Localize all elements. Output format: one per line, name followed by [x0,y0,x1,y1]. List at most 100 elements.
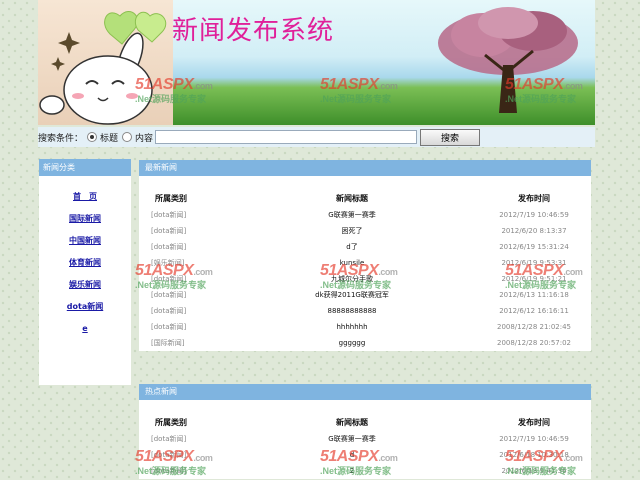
table-row: [dota新闻] 困死了 2012/6/20 8:13:37 [139,223,610,239]
news-time: 2012/7/19 10:46:59 [499,435,569,443]
watermark: 51ASPX.com .Net源码服务专家 [320,76,398,104]
news-title-link[interactable]: d [350,451,354,459]
news-time: 2012/6/12 16:16:11 [499,307,569,315]
search-input[interactable] [155,130,418,144]
sidebar-item-china: 中国新闻 [39,230,131,252]
news-time: 2012/6/19 9:53:31 [501,259,567,267]
news-title-cell: 九城尔分手歌 [246,271,458,287]
hot-news-header: 热点新闻 [139,384,591,400]
site-banner: 新闻发布系统 51ASPX.com .Net源码服务专家 51ASPX.com … [38,0,595,125]
latest-news-table: 所属类别 新闻标题 发布时间 [dota新闻] G联赛第一赛季 2012/7/19 … [139,176,610,351]
news-time: 2012/6/19 9:51:21 [501,275,567,283]
news-title-link[interactable]: 九城尔分手歌 [331,275,373,283]
news-title-link[interactable]: hhhhhhh [336,323,367,331]
news-title-link[interactable]: gggggg [339,339,366,347]
news-category: [dota新闻] [151,291,187,299]
content-radio-label: 内容 [135,133,154,144]
news-time: 2008/12/28 20:57:02 [496,339,571,347]
title-radio[interactable] [87,132,98,142]
sidebar-link-china[interactable]: 中国新闻 [69,236,101,245]
news-title-link[interactable]: G联赛第一赛季 [328,435,375,443]
sidebar-link-sports[interactable]: 体育新闻 [69,258,101,267]
news-category: [dota新闻] [151,323,187,331]
news-title-link[interactable]: 88888888888 [328,307,377,315]
sidebar-item-e: e [39,318,131,340]
sidebar-link-entertainment[interactable]: 娱乐新闻 [69,280,101,289]
sidebar-link-home[interactable]: 首 页 [73,192,97,201]
sidebar-item-international: 国际新闻 [39,208,131,230]
table-row: [dota新闻] hhhhhhh 2008/12/28 21:02:45 [139,319,610,335]
latest-news-rows: [dota新闻] G联赛第一赛季 2012/7/19 10:46:59 [dota新闻… [139,207,610,351]
sidebar-link-dota[interactable]: dota新闻 [67,302,103,311]
news-time: 2012/6/20 8:13:37 [501,227,567,235]
search-bar: 搜索条件： 标题 内容 搜索 [38,127,595,147]
news-category: [dota新闻] [151,211,187,219]
latest-news-body: 所属类别 新闻标题 发布时间 [dota新闻] G联赛第一赛季 2012/7/19 … [139,176,591,351]
news-title-link[interactable]: 2 [350,467,354,475]
hot-news-rows: [dota新闻] G联赛第一赛季 2012/7/19 10:46:59 [dota新闻… [139,431,610,479]
table-row: [dota新闻] G联赛第一赛季 2012/7/19 10:46:59 [139,207,610,223]
table-row: [dota新闻] d 2012/6/18 10:30:18 [139,447,610,463]
news-title-cell: gggggg [246,335,458,351]
table-row: [国际新闻] gggggg 2008/12/28 20:57:02 [139,335,610,351]
table-row: [dota新闻] 2 2012/6/18 9:41:36 [139,463,610,479]
news-category: [dota新闻] [151,307,187,315]
latest-news-panel: 最新新闻 所属类别 新闻标题 发布时间 [dota新闻] G联赛第一赛季 2012/… [139,160,591,351]
table-row: [dota新闻] 88888888888 2012/6/12 16:16:11 [139,303,610,319]
news-category: [dota新闻] [151,227,187,235]
bunny-logo-art [38,0,173,125]
news-title-cell: G联赛第一赛季 [246,207,458,223]
search-label: 搜索条件： [38,133,84,144]
news-title-cell: G联赛第一赛季 [246,431,458,447]
hot-news-table: 所属类别 新闻标题 发布时间 [dota新闻] G联赛第一赛季 2012/7/19 … [139,400,610,479]
news-title-link[interactable]: kunsile [340,259,365,267]
content-radio[interactable] [122,132,133,142]
hot-news-body: 所属类别 新闻标题 发布时间 [dota新闻] G联赛第一赛季 2012/7/19 … [139,400,591,479]
category-list: 首 页 国际新闻 中国新闻 体育新闻 娱乐新闻 dota新闻 e [39,176,131,340]
news-title-link[interactable]: G联赛第一赛季 [328,211,375,219]
sidebar-item-home: 首 页 [39,186,131,208]
tree-illustration [438,7,578,113]
sidebar-link-international[interactable]: 国际新闻 [69,214,101,223]
column-header-title: 新闻标题 [336,193,368,203]
title-radio-label: 标题 [100,133,119,144]
table-header-row: 所属类别 新闻标题 发布时间 [139,176,610,207]
sidebar-link-e[interactable]: e [82,324,87,333]
column-header-category: 所属类别 [155,417,187,427]
news-category: [国际新闻] [151,339,185,347]
news-title-cell: 88888888888 [246,303,458,319]
column-header-category: 所属类别 [155,193,187,203]
column-header-title: 新闻标题 [336,417,368,427]
search-button[interactable]: 搜索 [420,128,481,146]
column-header-time: 发布时间 [518,193,550,203]
sidebar-header: 新闻分类 [39,159,131,176]
table-row: [dota新闻] G联赛第一赛季 2012/7/19 10:46:59 [139,431,610,447]
news-category: [dota新闻] [151,435,187,443]
news-title-cell: 2 [246,463,458,479]
table-row: [dota新闻] d了 2012/6/19 15:31:24 [139,239,610,255]
category-sidebar: 新闻分类 首 页 国际新闻 中国新闻 体育新闻 娱乐新闻 dota新闻 e [39,159,131,385]
table-row: [娱乐新闻] kunsile 2012/6/19 9:53:31 [139,255,610,271]
news-title-cell: 困死了 [246,223,458,239]
news-category: [dota新闻] [151,275,187,283]
site-title: 新闻发布系统 [172,16,335,46]
news-title-link[interactable]: 困死了 [342,227,363,235]
column-header-time: 发布时间 [518,417,550,427]
news-category: [dota新闻] [151,451,187,459]
sidebar-item-sports: 体育新闻 [39,252,131,274]
news-category: [dota新闻] [151,243,187,251]
news-time: 2012/6/18 10:30:18 [499,451,569,459]
news-time: 2012/7/19 10:46:59 [499,211,569,219]
news-title-link[interactable]: d了 [346,243,357,251]
news-title-link[interactable]: dk获得2011G联赛冠军 [315,291,389,299]
sidebar-item-dota: dota新闻 [39,296,131,318]
news-title-cell: dk获得2011G联赛冠军 [246,287,458,303]
news-title-cell: d [246,447,458,463]
news-category: [dota新闻] [151,467,187,475]
news-title-cell: hhhhhhh [246,319,458,335]
news-category: [娱乐新闻] [151,259,185,267]
news-time: 2012/6/18 9:41:36 [501,467,567,475]
news-title-cell: kunsile [246,255,458,271]
sidebar-item-entertainment: 娱乐新闻 [39,274,131,296]
table-row: [dota新闻] 九城尔分手歌 2012/6/19 9:51:21 [139,271,610,287]
